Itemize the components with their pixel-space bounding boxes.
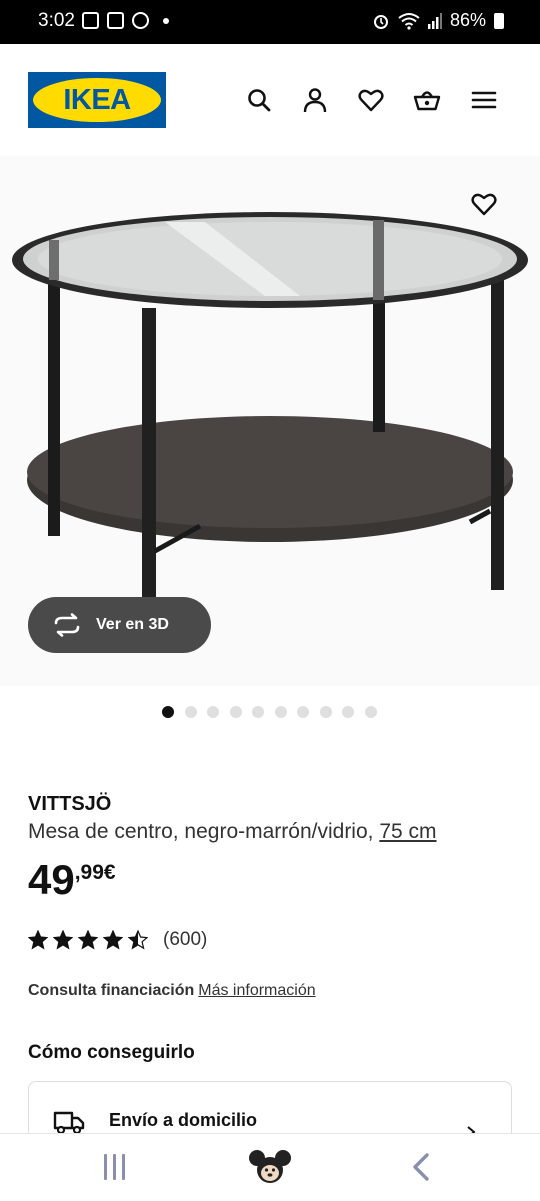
search-icon[interactable]	[245, 86, 273, 114]
bag-icon	[107, 12, 124, 29]
star-icon	[78, 930, 98, 950]
recent-apps-icon[interactable]	[104, 1154, 132, 1180]
status-time: 3:02	[38, 10, 75, 31]
favorite-icon[interactable]	[470, 190, 498, 218]
financing-row: Consulta financiación Más información	[28, 982, 316, 1000]
gallery-dot[interactable]	[297, 706, 309, 718]
account-icon[interactable]	[301, 86, 329, 114]
rating[interactable]: (600)	[28, 929, 207, 951]
home-icon[interactable]	[248, 1148, 292, 1186]
logo-text: IKEA	[63, 83, 131, 116]
alarm-icon	[373, 14, 388, 29]
system-nav-bar	[0, 1133, 540, 1201]
menu-icon[interactable]	[470, 86, 498, 114]
back-icon[interactable]	[410, 1152, 432, 1182]
product-name: VITTSJÖ	[28, 793, 112, 815]
status-right: 86%	[372, 10, 504, 31]
gallery-dot[interactable]	[364, 706, 377, 718]
gallery-dot[interactable]	[319, 706, 332, 718]
chrome-icon	[132, 12, 149, 29]
gallery-dot[interactable]	[274, 706, 287, 718]
gallery-dot[interactable]	[184, 706, 197, 718]
size-link[interactable]: 75 cm	[379, 820, 436, 843]
logo-oval: IKEA	[33, 78, 161, 122]
delivery-section-title: Cómo conseguirlo	[28, 1042, 195, 1063]
rating-stars	[28, 930, 153, 950]
view-3d-label: Ver en 3D	[96, 616, 169, 633]
app-header: IKEA	[0, 44, 540, 156]
star-icon	[103, 930, 123, 950]
star-icon	[128, 930, 148, 950]
status-left-icons	[82, 12, 169, 29]
gallery-icon	[82, 12, 99, 29]
star-icon	[53, 930, 73, 950]
price-integer: 49	[28, 856, 75, 903]
gallery-dot[interactable]	[229, 706, 242, 718]
status-bar: 3:02 86%	[0, 0, 540, 44]
dot-icon	[163, 17, 169, 24]
more-info-link[interactable]: Más información	[198, 982, 315, 999]
product-description-text: Mesa de centro, negro-marrón/vidrio,	[28, 820, 374, 843]
gallery-dot[interactable]	[252, 706, 264, 718]
heart-icon[interactable]	[357, 86, 385, 114]
rotate-3d-icon	[54, 613, 80, 637]
signal-icon	[427, 12, 442, 29]
basket-icon[interactable]	[413, 86, 441, 114]
truck-icon	[53, 1111, 85, 1135]
star-icon	[28, 930, 48, 950]
financing-label: Consulta financiación	[28, 982, 195, 999]
gallery-dot[interactable]	[162, 706, 174, 718]
product-description: Mesa de centro, negro-marrón/vidrio, 75 …	[28, 820, 437, 844]
product-price: 49,99€	[28, 856, 116, 904]
home-delivery-title: Envío a domicilio	[109, 1110, 258, 1130]
rating-count: (600)	[163, 929, 208, 950]
price-decimal: ,99€	[74, 861, 116, 884]
gallery-dot[interactable]	[207, 706, 219, 718]
view-3d-button[interactable]: Ver en 3D	[28, 597, 211, 653]
battery-icon	[494, 12, 504, 29]
gallery-dot[interactable]	[342, 706, 354, 718]
wifi-icon	[398, 12, 420, 30]
gallery-pagination[interactable]	[162, 706, 377, 718]
ikea-logo[interactable]: IKEA	[28, 72, 166, 128]
battery-percent: 86%	[449, 10, 486, 30]
